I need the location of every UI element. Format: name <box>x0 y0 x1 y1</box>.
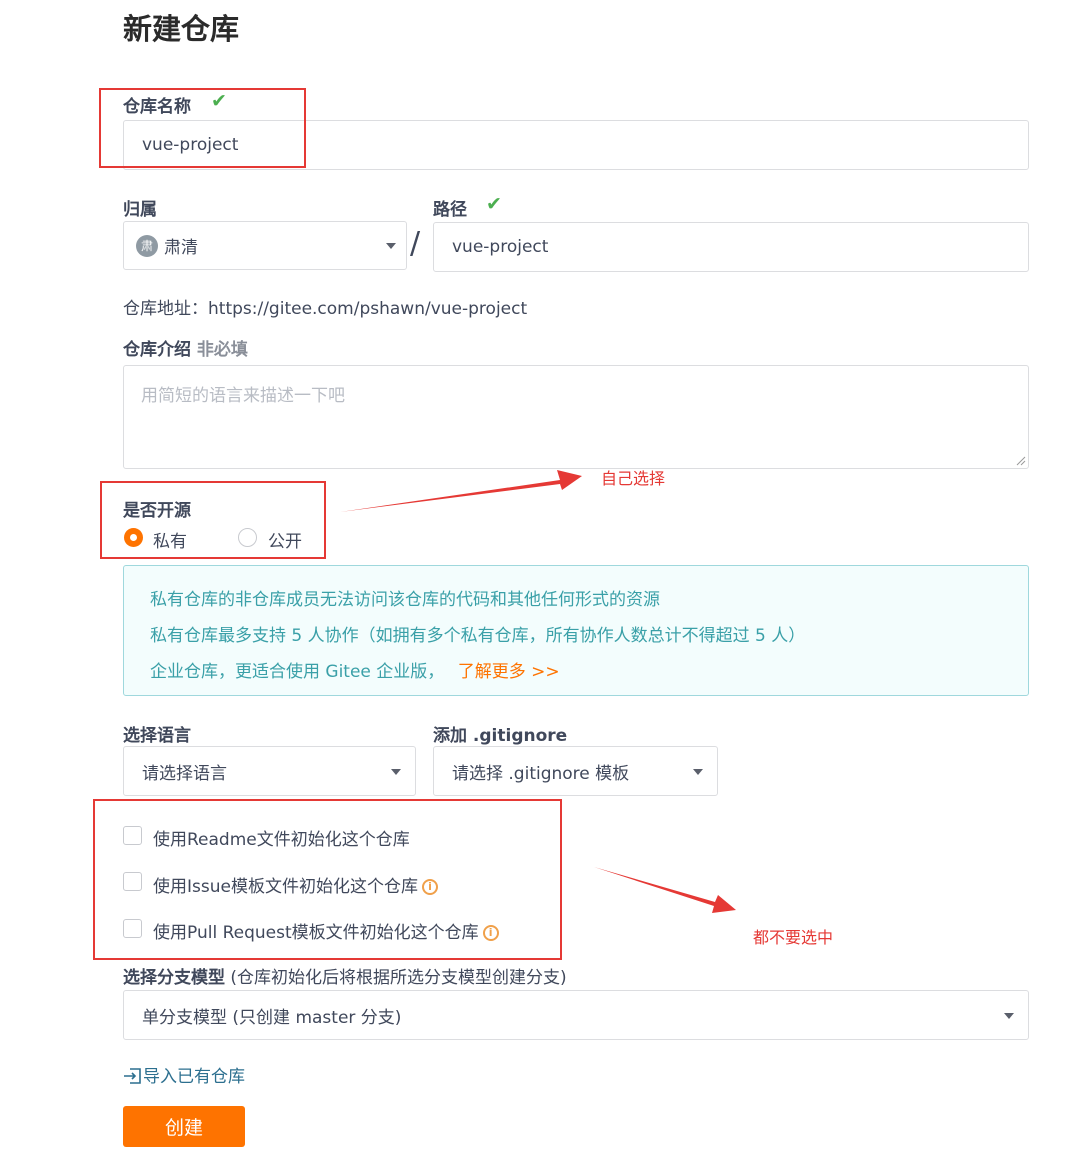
annotation-dont-select: 都不要选中 <box>753 928 834 947</box>
annotation-choose-self: 自己选择 <box>601 469 666 488</box>
annotation-arrows <box>340 470 736 913</box>
annotation-arrow-2 <box>594 867 736 913</box>
annotation-arrow-1 <box>340 470 582 512</box>
